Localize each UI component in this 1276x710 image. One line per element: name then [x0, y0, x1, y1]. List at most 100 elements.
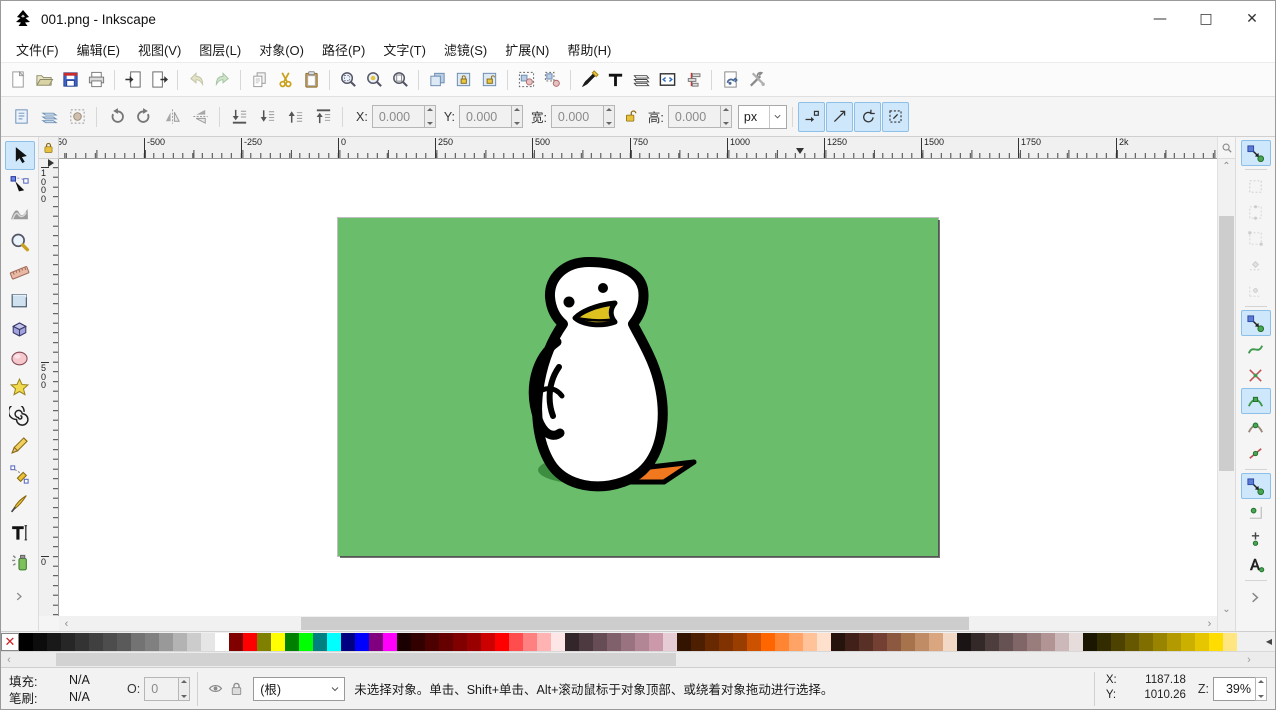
affect-scale-toggle[interactable] — [826, 102, 853, 132]
color-swatch-30[interactable] — [439, 633, 453, 651]
color-swatch-72[interactable] — [1027, 633, 1041, 651]
color-swatch-2[interactable] — [47, 633, 61, 651]
save-document-button[interactable] — [57, 67, 83, 93]
xml-editor-button[interactable] — [654, 67, 680, 93]
color-swatch-58[interactable] — [831, 633, 845, 651]
copy-button[interactable] — [246, 67, 272, 93]
menu-item-0[interactable]: 文件(F) — [7, 37, 68, 62]
palette-end-arrow-icon[interactable]: ◀ — [1263, 632, 1275, 651]
layer-selector[interactable]: (根) — [253, 677, 345, 701]
color-swatch-11[interactable] — [173, 633, 187, 651]
fill-value[interactable]: N/A — [69, 673, 90, 687]
color-swatch-54[interactable] — [775, 633, 789, 651]
horizontal-scrollbar[interactable]: ‹ › — [59, 616, 1217, 631]
raise-to-top-button[interactable] — [309, 103, 337, 131]
color-swatch-55[interactable] — [789, 633, 803, 651]
palette-scrollbar[interactable]: ‹ › — [1, 651, 1275, 667]
opacity-spinner[interactable]: 0 — [144, 677, 190, 701]
color-swatch-85[interactable] — [1209, 633, 1223, 651]
color-swatch-32[interactable] — [467, 633, 481, 651]
palette-scroll-right-icon[interactable]: › — [1241, 652, 1257, 667]
color-swatch-31[interactable] — [453, 633, 467, 651]
vertical-scrollbar-thumb[interactable] — [1219, 216, 1234, 471]
color-swatch-17[interactable] — [257, 633, 271, 651]
deselect-button[interactable] — [63, 103, 91, 131]
affect-rotate-toggle[interactable] — [854, 102, 881, 132]
color-swatch-60[interactable] — [859, 633, 873, 651]
color-swatch-47[interactable] — [677, 633, 691, 651]
snap-bbox-corners-button[interactable] — [1241, 225, 1271, 251]
snap-line-midpoints-button[interactable] — [1241, 440, 1271, 466]
snap-rotation-centers-button[interactable] — [1241, 525, 1271, 551]
ungroup-button[interactable] — [539, 67, 565, 93]
ruler-lock-icon[interactable] — [39, 137, 59, 159]
open-document-button[interactable] — [31, 67, 57, 93]
color-swatch-0[interactable] — [19, 633, 33, 651]
snap-path-intersections-button[interactable] — [1241, 362, 1271, 388]
field-spinner-2[interactable]: 0.000 — [551, 105, 615, 128]
canvas-image[interactable] — [338, 218, 938, 556]
color-swatch-36[interactable] — [523, 633, 537, 651]
tweak-tool[interactable] — [5, 199, 35, 228]
snap-text-anchors-button[interactable] — [1241, 551, 1271, 577]
color-swatch-1[interactable] — [33, 633, 47, 651]
unit-selector[interactable]: px — [738, 105, 787, 129]
color-swatch-74[interactable] — [1055, 633, 1069, 651]
color-swatch-24[interactable] — [355, 633, 369, 651]
color-swatch-77[interactable] — [1097, 633, 1111, 651]
color-swatch-65[interactable] — [929, 633, 943, 651]
scroll-up-icon[interactable]: ⌃ — [1218, 159, 1235, 173]
menu-item-6[interactable]: 文字(T) — [374, 37, 435, 62]
color-swatch-80[interactable] — [1139, 633, 1153, 651]
print-button[interactable] — [83, 67, 109, 93]
box-3d-tool[interactable] — [5, 315, 35, 344]
color-swatch-10[interactable] — [159, 633, 173, 651]
zoom-value[interactable]: 39% — [1213, 677, 1255, 701]
layer-lock-icon[interactable] — [228, 680, 245, 697]
field-spinner-0[interactable]: 0.000 — [372, 105, 436, 128]
color-swatch-79[interactable] — [1125, 633, 1139, 651]
color-swatch-62[interactable] — [887, 633, 901, 651]
snap-object-centers-button[interactable] — [1241, 499, 1271, 525]
color-swatch-28[interactable] — [411, 633, 425, 651]
color-swatch-3[interactable] — [61, 633, 75, 651]
color-swatch-86[interactable] — [1223, 633, 1237, 651]
undo-button[interactable] — [183, 67, 209, 93]
color-swatch-83[interactable] — [1181, 633, 1195, 651]
selector-tool[interactable] — [5, 141, 35, 170]
color-swatch-78[interactable] — [1111, 633, 1125, 651]
zoom-spinner[interactable] — [1255, 677, 1267, 701]
color-swatch-82[interactable] — [1167, 633, 1181, 651]
flip-horizontal-button[interactable] — [158, 103, 186, 131]
color-swatch-20[interactable] — [299, 633, 313, 651]
color-swatch-35[interactable] — [509, 633, 523, 651]
color-swatch-16[interactable] — [243, 633, 257, 651]
color-swatch-53[interactable] — [761, 633, 775, 651]
import-button[interactable] — [120, 67, 146, 93]
color-swatch-34[interactable] — [495, 633, 509, 651]
lower-to-bottom-button[interactable] — [225, 103, 253, 131]
close-button[interactable]: ✕ — [1229, 1, 1275, 37]
color-swatch-63[interactable] — [901, 633, 915, 651]
scroll-zoom-icon[interactable] — [1218, 137, 1235, 159]
color-swatch-4[interactable] — [75, 633, 89, 651]
lock-ratio-icon[interactable] — [623, 108, 638, 126]
text-dialog-button[interactable] — [602, 67, 628, 93]
snap-others-button[interactable] — [1241, 473, 1271, 499]
zoom-tool[interactable] — [5, 228, 35, 257]
color-swatch-71[interactable] — [1013, 633, 1027, 651]
star-tool[interactable] — [5, 373, 35, 402]
color-swatch-7[interactable] — [117, 633, 131, 651]
color-swatch-69[interactable] — [985, 633, 999, 651]
scroll-down-icon[interactable]: ⌄ — [1218, 602, 1235, 616]
measure-tool[interactable] — [5, 257, 35, 286]
color-swatch-6[interactable] — [103, 633, 117, 651]
horizontal-ruler[interactable]: -750-500-250025050075010001250150017502k — [59, 137, 1217, 159]
minimize-button[interactable]: — — [1137, 1, 1183, 37]
group-button[interactable] — [513, 67, 539, 93]
lower-button[interactable] — [253, 103, 281, 131]
color-swatch-39[interactable] — [565, 633, 579, 651]
select-all-button[interactable] — [7, 103, 35, 131]
color-swatch-26[interactable] — [383, 633, 397, 651]
color-swatch-22[interactable] — [327, 633, 341, 651]
